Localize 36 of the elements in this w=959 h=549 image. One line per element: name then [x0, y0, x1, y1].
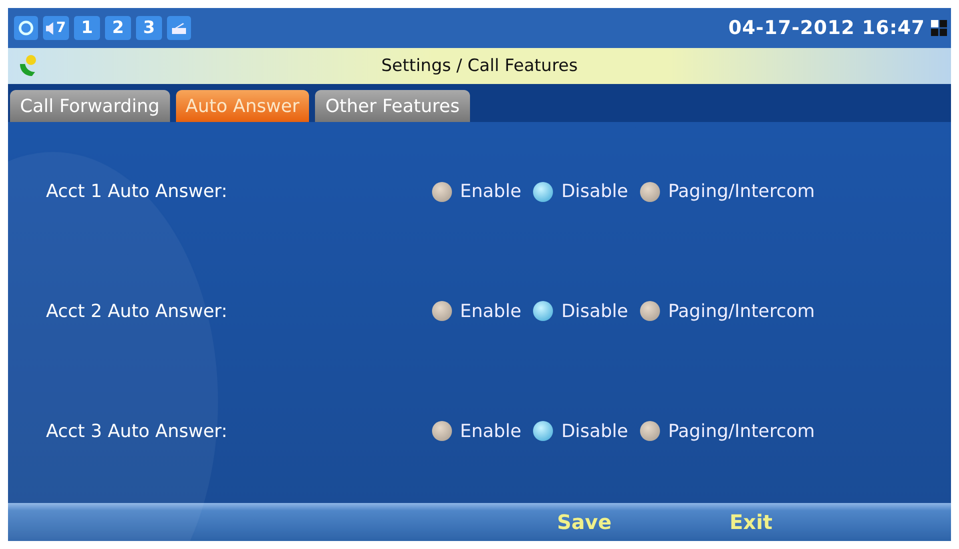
refresh-icon[interactable] [14, 16, 38, 40]
tab[interactable]: Call Forwarding [10, 90, 170, 122]
radio-button[interactable] [432, 301, 452, 322]
radio-button[interactable] [533, 301, 554, 322]
option-label: Enable [460, 420, 522, 442]
tab[interactable]: Auto Answer [176, 90, 310, 122]
radio-button[interactable] [533, 182, 554, 202]
option-label: Paging/Intercom [668, 300, 815, 322]
radio-button[interactable] [640, 182, 660, 202]
option-label: Disable [561, 420, 628, 442]
tab[interactable]: Other Features [315, 90, 470, 122]
setting-label: Acct 2 Auto Answer: [46, 300, 228, 322]
option-label: Enable [460, 181, 522, 202]
radio-button[interactable] [432, 182, 452, 202]
softkey-button[interactable]: Exit [726, 510, 776, 534]
setting-label: Acct 1 Auto Answer: [46, 181, 228, 202]
option-label: Disable [561, 300, 628, 322]
radio-button[interactable] [640, 301, 660, 322]
screen-title: Settings / Call Features [380, 56, 579, 76]
speaker-icon [46, 22, 56, 34]
account-indicator[interactable]: 3 [136, 16, 162, 40]
account-indicator[interactable]: 1 [74, 16, 100, 40]
option-label: Paging/Intercom [668, 181, 815, 202]
account-indicator[interactable]: 2 [105, 16, 131, 40]
option-label: Paging/Intercom [668, 420, 815, 442]
radio-button[interactable] [432, 421, 452, 442]
radio-button[interactable] [533, 421, 554, 442]
date-time: 04-17-2012 16:47 [728, 17, 925, 39]
contact-icon [18, 54, 38, 78]
grid-icon [931, 20, 947, 36]
radio-button[interactable] [640, 421, 660, 442]
volume-indicator[interactable]: 7 [43, 16, 69, 40]
option-label: Disable [561, 181, 628, 202]
option-label: Enable [460, 300, 522, 322]
setting-label: Acct 3 Auto Answer: [46, 420, 228, 442]
softkey-button[interactable]: Save [553, 510, 616, 534]
